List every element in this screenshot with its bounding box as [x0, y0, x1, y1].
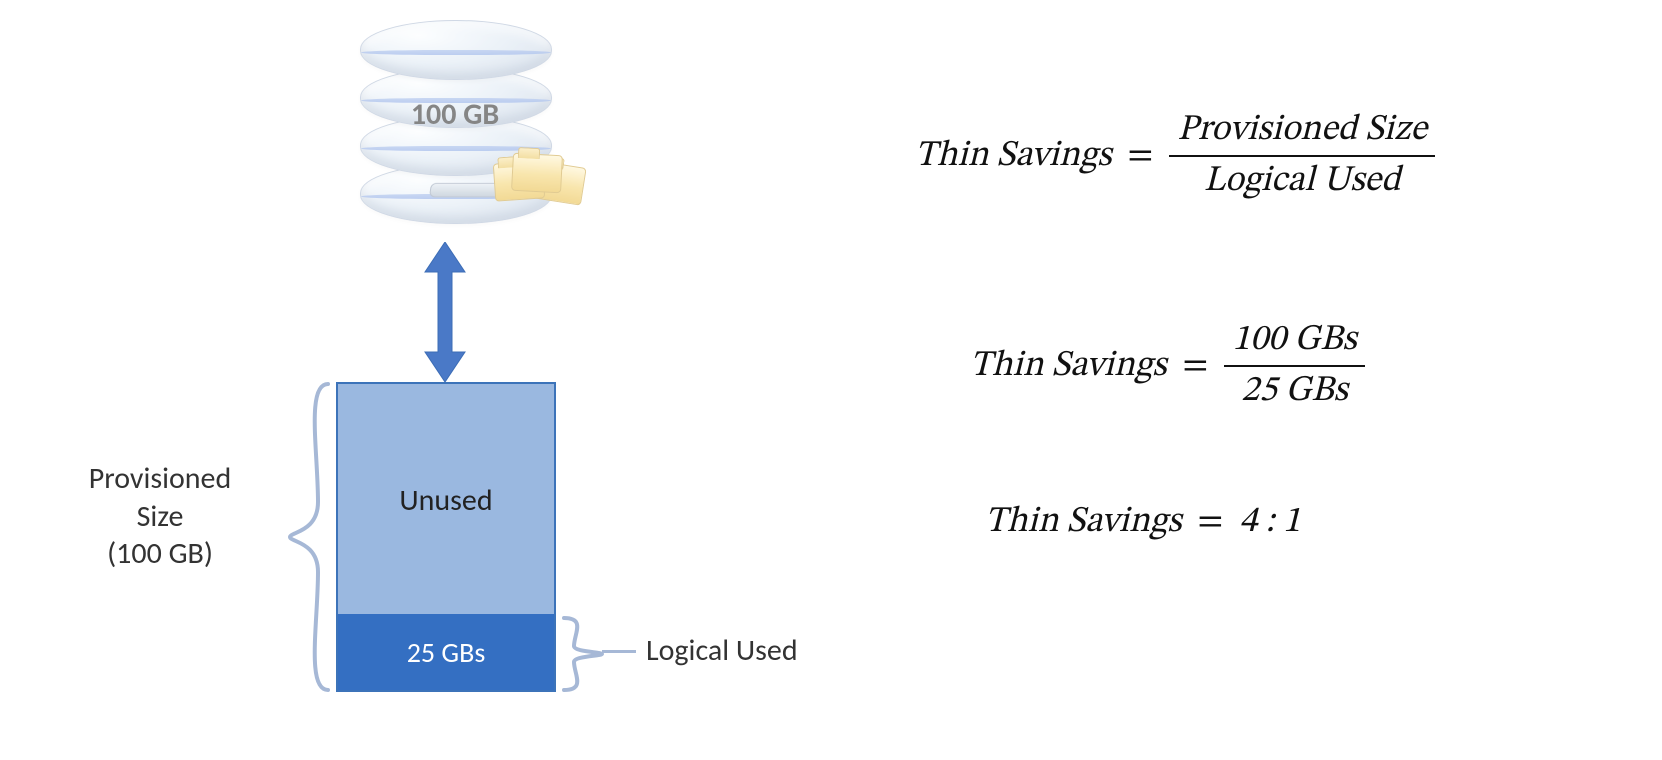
equals-sign: = — [1182, 344, 1208, 389]
volume-used-segment: 25 GBs — [338, 614, 554, 690]
fraction-bar — [1224, 365, 1364, 367]
brace-left-icon — [288, 382, 332, 692]
formula-lhs: Thin Savings — [985, 500, 1181, 545]
provisioned-line-3: (100 GB) — [107, 535, 213, 572]
volume-unused-segment: Unused — [338, 384, 554, 616]
brace-connector — [602, 650, 636, 653]
volume-unused-label: Unused — [399, 482, 492, 519]
brace-right-icon — [560, 616, 604, 692]
fraction-bar — [1169, 155, 1435, 157]
disk-capacity-label: 100 GB — [340, 96, 570, 133]
fraction: 100 GBs 25 GBs — [1224, 320, 1364, 413]
logical-used-label: Logical Used — [646, 632, 798, 669]
formula-result: Thin Savings = 4 : 1 — [985, 500, 1301, 545]
database-icon: 100 GB — [340, 20, 600, 250]
provisioned-line-1: Provisioned — [89, 460, 232, 497]
formula-rhs: 4 : 1 — [1239, 500, 1300, 545]
fraction-numerator: Provisioned Size — [1169, 110, 1435, 151]
fraction: Provisioned Size Logical Used — [1169, 110, 1435, 203]
volume-box: Unused 25 GBs — [336, 382, 556, 692]
provisioned-line-2: Size — [137, 498, 184, 535]
fraction-numerator: 100 GBs — [1224, 320, 1364, 361]
equals-sign: = — [1197, 500, 1223, 545]
fraction-denominator: 25 GBs — [1233, 371, 1356, 412]
volume-used-label: 25 GBs — [407, 635, 486, 670]
folders-icon — [490, 148, 590, 218]
formula-definition: Thin Savings = Provisioned Size Logical … — [915, 110, 1435, 203]
formula-lhs: Thin Savings — [915, 134, 1111, 179]
fraction-denominator: Logical Used — [1196, 161, 1409, 202]
provisioned-size-label: Provisioned Size (100 GB) — [35, 460, 285, 573]
diagram-canvas: 100 GB Unused 25 GBs Provisioned Size (1… — [0, 0, 1662, 760]
formula-substituted: Thin Savings = 100 GBs 25 GBs — [970, 320, 1365, 413]
double-arrow-icon — [420, 242, 470, 382]
equals-sign: = — [1127, 134, 1153, 179]
formula-lhs: Thin Savings — [970, 344, 1166, 389]
